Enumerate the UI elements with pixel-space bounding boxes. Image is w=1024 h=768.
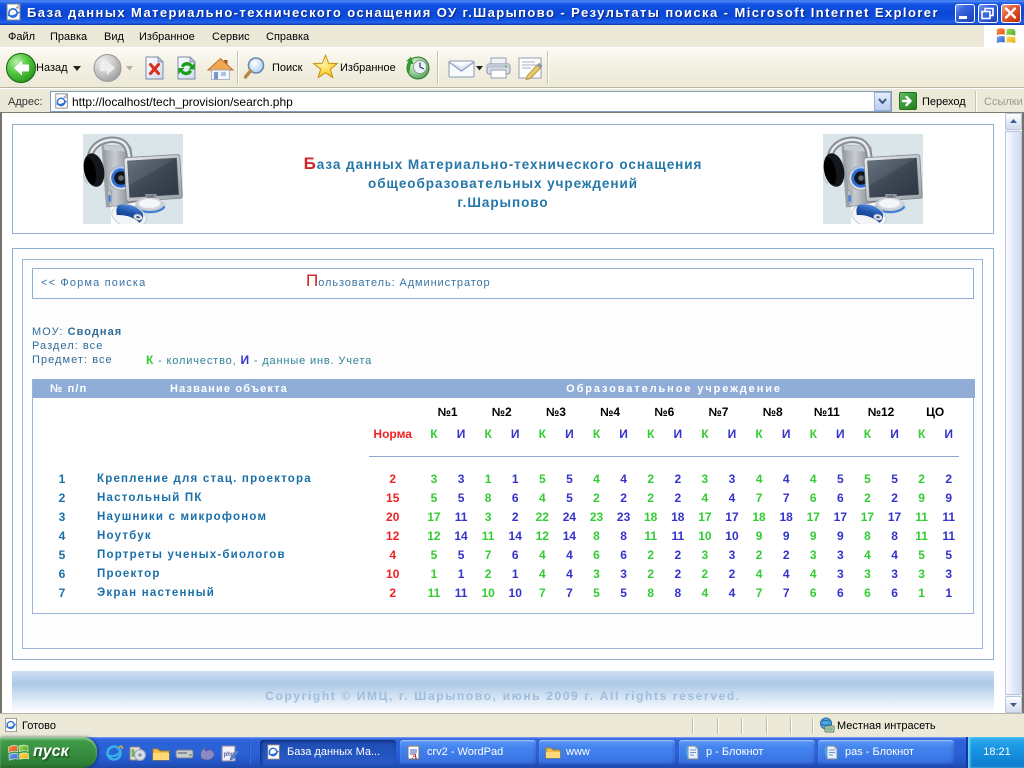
svg-text:A: A	[411, 752, 418, 760]
